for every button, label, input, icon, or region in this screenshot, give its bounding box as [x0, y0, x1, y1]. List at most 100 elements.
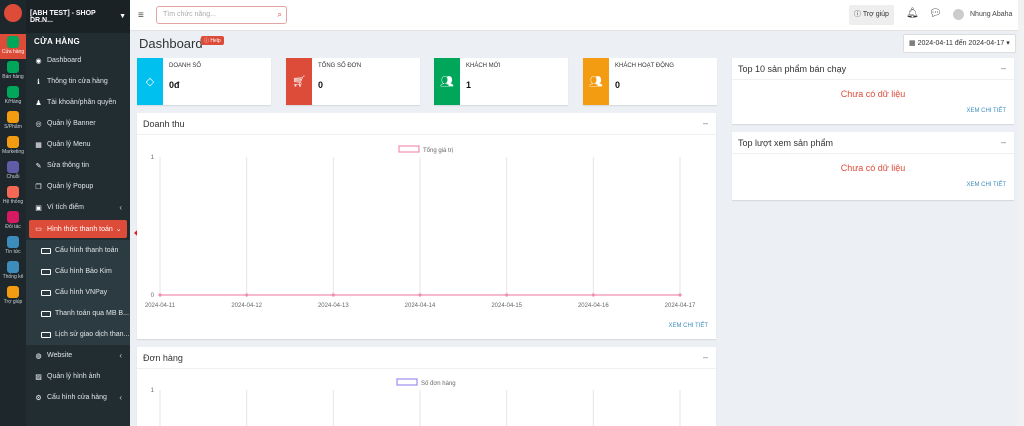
stat-label: KHÁCH MỚI	[466, 63, 501, 69]
top-views-title: Top lượt xem sản phẩm	[738, 138, 833, 148]
stat-card: 👥︎ KHÁCH MỚI 1	[434, 58, 568, 105]
sidebar-subitem[interactable]: Cấu hình Bảo Kim	[26, 261, 130, 282]
gear-icon: ⚙	[35, 394, 42, 402]
menu-icon: ▦	[35, 141, 42, 149]
avatar[interactable]	[953, 9, 964, 20]
sidebar-item[interactable]: ♟ Tài khoản/phân quyền	[26, 92, 130, 113]
help-badge[interactable]: ⓘ Help	[201, 36, 224, 45]
stat-label: TỔNG SỐ ĐƠN	[318, 63, 362, 69]
revenue-more-link[interactable]: XEM CHI TIẾT	[668, 323, 708, 329]
sidebar-item[interactable]: ▭ Hình thức thanh toán ⌄	[29, 220, 127, 238]
sidebar-subitem[interactable]: Cấu hình VNPay	[26, 282, 130, 303]
minimize-icon[interactable]: –	[1001, 63, 1006, 73]
minimize-icon[interactable]: –	[1001, 137, 1006, 147]
shop-selector[interactable]: [ABH TEST] - SHOP DR.N... ▼	[26, 0, 130, 33]
help-badge-label: Help	[210, 38, 221, 44]
help-label: Trợ giúp	[862, 11, 889, 18]
sidebar-subitem-label: Cấu hình Bảo Kim	[55, 268, 112, 275]
popup-icon: ❐	[35, 183, 42, 191]
globe-icon: ◍	[35, 352, 42, 360]
y-tick-label: 1	[151, 388, 155, 394]
rail-item[interactable]: S/Phẩm	[0, 109, 26, 134]
sidebar-item[interactable]: ❐ Quản lý Popup	[26, 176, 130, 197]
sidebar-item[interactable]: ℹ Thông tin cửa hàng	[26, 71, 130, 92]
sidebar-item-label: Quản lý Banner	[47, 120, 96, 127]
system-icon	[7, 186, 19, 198]
rail-item-label: Chuỗi	[6, 174, 20, 180]
scrollbar[interactable]	[1018, 0, 1024, 426]
rail-item[interactable]: Bán hàng	[0, 59, 26, 84]
rail-item[interactable]: Tin tức	[0, 234, 26, 259]
stat-value: 0	[318, 80, 324, 90]
sidebar-subitem[interactable]: Lịch sử giao dịch than...	[26, 324, 130, 345]
dashboard-icon: ◉	[35, 57, 42, 65]
sidebar-subitem[interactable]: Thanh toán qua MB B...	[26, 303, 130, 324]
rail-item-label: Cửa hàng	[1, 49, 25, 55]
sidebar-item[interactable]: ▨ Quản lý hình ảnh	[26, 366, 130, 387]
rail-item-label: S/Phẩm	[4, 124, 22, 130]
data-point	[158, 293, 162, 297]
rail-item[interactable]: Trợ giúp	[0, 284, 26, 309]
sidebar-item[interactable]: ◎ Quản lý Banner	[26, 113, 130, 134]
date-range-value: 2024-04-11 đến 2024-04-17	[917, 40, 1005, 47]
sidebar-item[interactable]: ▣ Ví tích điểm ‹	[26, 197, 130, 218]
x-tick-label: 2024-04-14	[405, 303, 436, 309]
search-input[interactable]: Tìm chức năng... ⌕	[156, 6, 287, 24]
sidebar-item[interactable]: ◉ Dashboard	[26, 50, 130, 71]
chevron-left-icon: ‹	[119, 393, 122, 402]
empty-message: Chưa có dữ liệu	[840, 163, 906, 173]
minimize-icon[interactable]: –	[703, 352, 708, 362]
rail-item[interactable]: Cửa hàng	[0, 34, 26, 59]
date-range-picker[interactable]: ▦ 2024-04-11 đến 2024-04-17 ▾	[903, 34, 1016, 53]
sidebar-item-label: Tài khoản/phân quyền	[47, 99, 117, 106]
rail-item[interactable]: Marketing	[0, 134, 26, 159]
sidebar-item-label: Quản lý Popup	[47, 183, 94, 190]
revenue-panel: Doanh thu – Tổng giá trị 1 0 2024-04-11 2024-…	[137, 113, 716, 339]
legend-swatch	[398, 145, 420, 153]
search-placeholder: Tìm chức năng...	[163, 11, 216, 18]
product-icon	[7, 111, 19, 123]
calendar-icon: ▦	[909, 40, 916, 47]
hamburger-icon[interactable]: ≡	[138, 10, 144, 21]
data-point	[591, 293, 595, 297]
bell-icon[interactable]: 🔔︎	[906, 8, 919, 19]
sidebar-item[interactable]: ◍ Website ‹	[26, 345, 130, 366]
banner-icon: ◎	[35, 120, 42, 128]
user-name[interactable]: Nhung Abaha	[970, 11, 1012, 18]
chevron-left-icon: ‹	[119, 351, 122, 360]
cart-icon: 🛒︎	[286, 58, 312, 105]
logo-icon[interactable]	[4, 4, 22, 22]
sidebar-subitem-label: Cấu hình VNPay	[55, 289, 108, 296]
orders-chart: Số đơn hàng 1	[151, 378, 681, 426]
help-button[interactable]: ⓘ Trợ giúp	[849, 5, 894, 25]
stat-label: KHÁCH HOẠT ĐỘNG	[615, 63, 674, 69]
top-products-more-link[interactable]: XEM CHI TIẾT	[966, 108, 1006, 114]
customer-icon	[7, 86, 19, 98]
rail-item[interactable]: K/Hàng	[0, 84, 26, 109]
stats-icon	[7, 261, 19, 273]
module-rail: Cửa hàng Bán hàng K/Hàng S/Phẩm Marketing Chu…	[0, 0, 26, 426]
rail-item[interactable]: Chuỗi	[0, 159, 26, 184]
caret-down-icon: ▾	[1006, 40, 1010, 47]
sidebar-item[interactable]: ✎ Sửa thông tin	[26, 155, 130, 176]
x-tick-label: 2024-04-16	[578, 303, 609, 309]
sidebar-item[interactable]: ▦ Quản lý Menu	[26, 134, 130, 155]
x-tick-label: 2024-04-15	[491, 303, 522, 309]
rail-item[interactable]: Hệ thống	[0, 184, 26, 209]
rail-item-label: Tin tức	[5, 249, 21, 255]
minimize-icon[interactable]: –	[703, 118, 708, 128]
rail-item[interactable]: Thống kê	[0, 259, 26, 284]
calendar-icon	[41, 331, 51, 338]
sidebar-subitem[interactable]: Cấu hình thanh toán	[26, 240, 130, 261]
sidebar-item-label: Hình thức thanh toán	[47, 225, 113, 233]
stat-value: 0	[615, 80, 621, 90]
rail-item[interactable]: Đối tác	[0, 209, 26, 234]
data-point	[418, 293, 422, 297]
chat-icon[interactable]: 💬︎	[929, 8, 942, 19]
users-icon: 👥︎	[583, 58, 609, 105]
sidebar-item[interactable]: ⚙ Cấu hình cửa hàng ‹	[26, 387, 130, 408]
stat-value: 0đ	[169, 80, 180, 90]
search-icon[interactable]: ⌕	[278, 10, 282, 20]
top-views-more-link[interactable]: XEM CHI TIẾT	[966, 182, 1006, 188]
stat-card: 👥︎ KHÁCH HOẠT ĐỘNG 0	[583, 58, 717, 105]
